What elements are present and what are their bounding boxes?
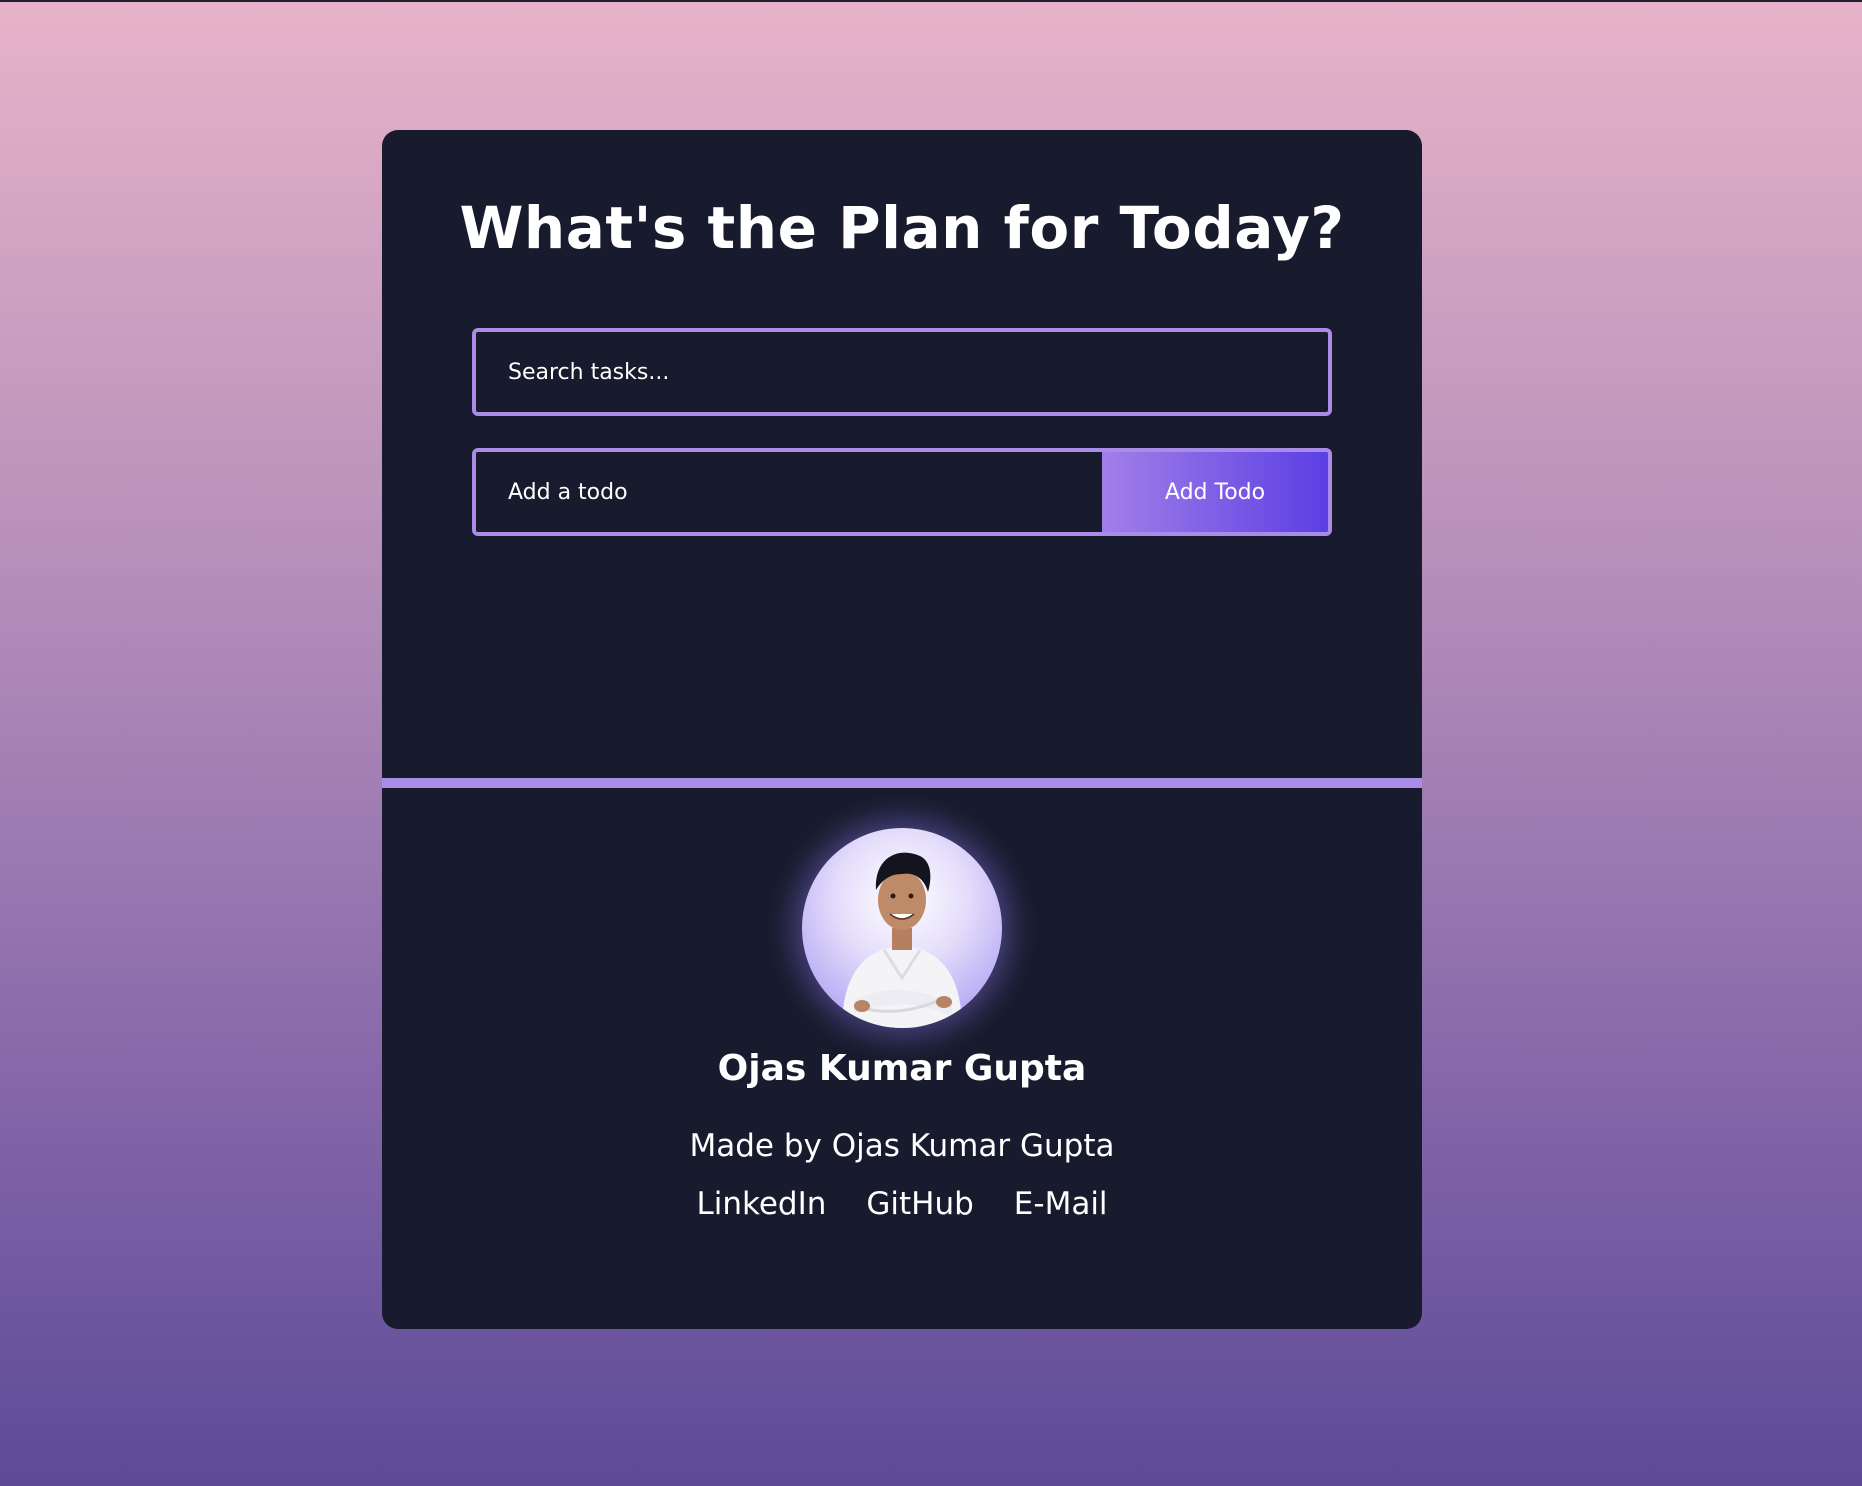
todo-input[interactable] xyxy=(476,452,1102,532)
author-name: Ojas Kumar Gupta xyxy=(717,1048,1087,1089)
page-title: What's the Plan for Today? xyxy=(459,194,1345,262)
add-todo-form: Add Todo xyxy=(472,448,1332,536)
profile-photo-icon xyxy=(842,852,962,1028)
email-link[interactable]: E-Mail xyxy=(1014,1186,1108,1222)
add-todo-button[interactable]: Add Todo xyxy=(1102,452,1328,532)
footer-divider xyxy=(382,778,1422,788)
search-input[interactable] xyxy=(472,328,1332,416)
made-by-text: Made by Ojas Kumar Gupta xyxy=(689,1128,1115,1164)
avatar xyxy=(802,828,1002,1028)
linkedin-link[interactable]: LinkedIn xyxy=(696,1186,826,1222)
social-links: LinkedIn GitHub E-Mail xyxy=(382,1186,1422,1222)
github-link[interactable]: GitHub xyxy=(866,1186,973,1222)
todo-card: What's the Plan for Today? Add Todo xyxy=(382,130,1422,1329)
